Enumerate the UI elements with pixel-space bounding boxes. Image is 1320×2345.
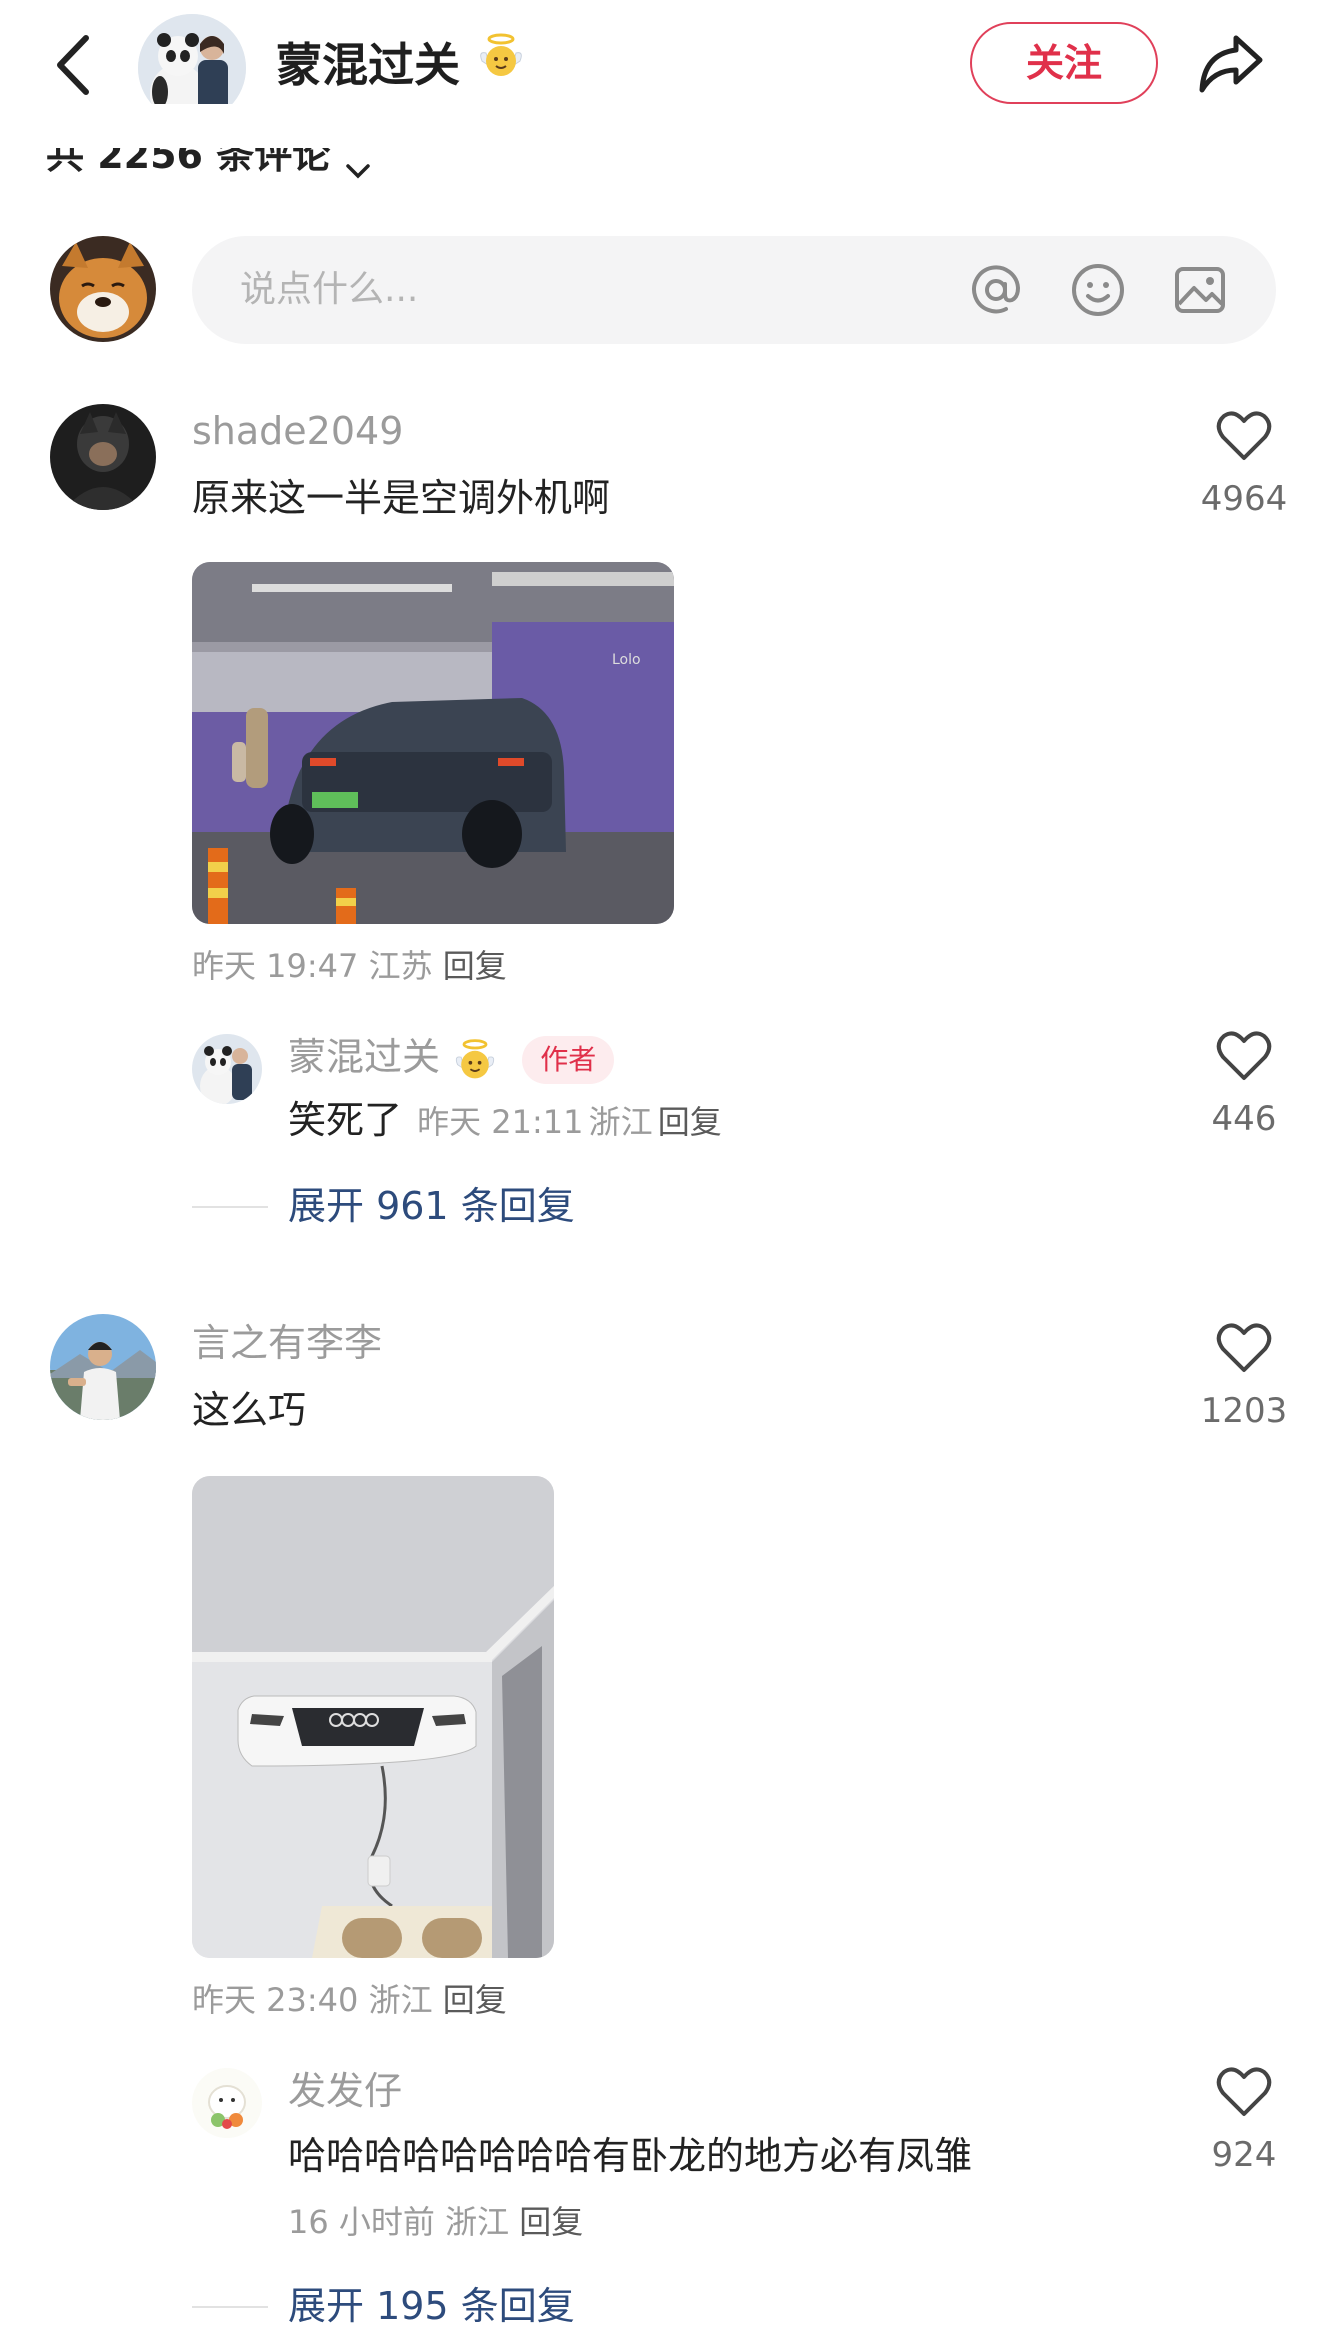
follow-button[interactable]: 关注 — [970, 22, 1158, 104]
reply-meta: 16 小时前 浙江 回复 — [288, 2200, 583, 2244]
share-icon[interactable] — [1196, 30, 1266, 96]
expand-replies-button[interactable]: 展开 195 条回复 — [288, 2280, 575, 2332]
reply-link[interactable]: 回复 — [443, 1981, 507, 2019]
commenter-username[interactable]: shade2049 — [192, 406, 403, 456]
comment-location: 浙江 — [368, 1981, 433, 2019]
angel-emoji-icon — [476, 30, 526, 80]
commenter-username[interactable]: 言之有李李 — [192, 1318, 382, 1368]
page-title: 蒙混过关 — [276, 30, 526, 100]
comment-input[interactable]: 说点什么... — [192, 236, 1276, 344]
comment-text: 原来这一半是空调外机啊 — [192, 476, 611, 520]
back-icon[interactable] — [50, 30, 100, 100]
comment-image-garage[interactable]: Lolo — [192, 562, 674, 924]
like-count: 446 — [1211, 1099, 1277, 1139]
reply-username-row: 蒙混过关 作者 — [288, 1032, 615, 1084]
heart-icon[interactable] — [1216, 1322, 1272, 1374]
header-divider-mask — [0, 104, 1320, 148]
comment-time: 昨天 19:47 — [192, 947, 359, 985]
reply-username[interactable]: 发发仔 — [288, 2066, 402, 2116]
reply-location: 浙江 — [588, 1103, 653, 1141]
reply-avatar[interactable] — [192, 2068, 262, 2138]
comment-meta: 昨天 19:47 江苏 回复 — [192, 944, 507, 988]
reply-body: 笑死了 昨天 21:11 浙江 回复 — [288, 1094, 722, 1146]
heart-icon[interactable] — [1216, 410, 1272, 462]
image-icon[interactable] — [1170, 260, 1230, 320]
expand-divider — [192, 1206, 268, 1208]
author-name: 蒙混过关 — [276, 38, 460, 92]
reply-location: 浙江 — [445, 2203, 510, 2241]
expand-divider — [192, 2306, 268, 2308]
commenter-avatar[interactable] — [50, 404, 156, 510]
reply-text: 哈哈哈哈哈哈哈哈有卧龙的地方必有凤雏 — [288, 2134, 973, 2178]
reply-avatar[interactable] — [192, 1034, 262, 1104]
comment-text: 这么巧 — [192, 1388, 307, 1432]
reply-username[interactable]: 蒙混过关 — [288, 1035, 440, 1079]
my-avatar — [50, 236, 156, 342]
comment-meta: 昨天 23:40 浙江 回复 — [192, 1978, 507, 2022]
reply-time: 昨天 21:11 — [417, 1103, 584, 1141]
commenter-avatar[interactable] — [50, 1314, 156, 1420]
comment-input-placeholder: 说点什么... — [240, 269, 419, 310]
angel-emoji-icon — [452, 1037, 498, 1083]
reply-time: 16 小时前 — [288, 2203, 435, 2241]
reply-link[interactable]: 回复 — [519, 2203, 583, 2241]
like-count: 4964 — [1200, 479, 1288, 519]
comment-image-air-conditioner[interactable] — [192, 1476, 554, 1958]
reply-link[interactable]: 回复 — [658, 1103, 722, 1141]
author-badge: 作者 — [522, 1035, 615, 1084]
emoji-icon[interactable] — [1068, 260, 1128, 320]
comment-location: 江苏 — [368, 947, 433, 985]
comment-time: 昨天 23:40 — [192, 1981, 359, 2019]
reply-text: 笑死了 — [288, 1098, 403, 1142]
svg-text:Lolo: Lolo — [612, 652, 641, 668]
heart-icon[interactable] — [1216, 1030, 1272, 1082]
reply-link[interactable]: 回复 — [443, 947, 507, 985]
like-count: 924 — [1211, 2135, 1277, 2175]
heart-icon[interactable] — [1216, 2066, 1272, 2118]
mention-icon[interactable] — [966, 260, 1026, 320]
like-count: 1203 — [1200, 1391, 1288, 1431]
chevron-down-icon — [343, 146, 373, 178]
expand-replies-button[interactable]: 展开 961 条回复 — [288, 1180, 575, 1232]
